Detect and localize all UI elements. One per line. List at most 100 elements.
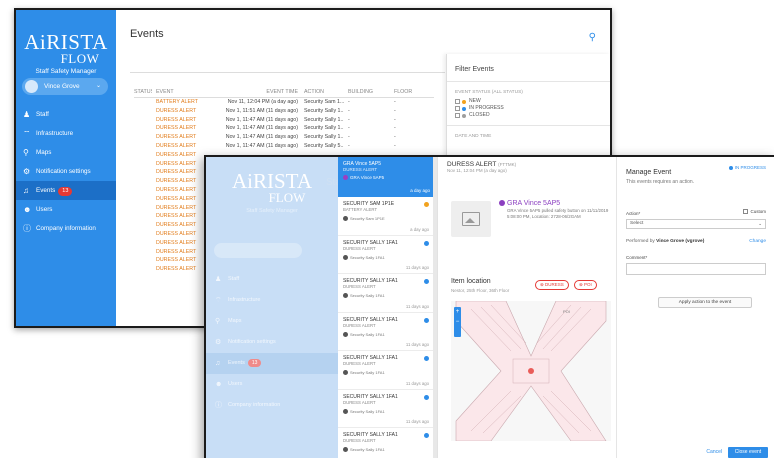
- person-icon: [343, 254, 348, 260]
- sidebar-item-users[interactable]: ☻ Users: [16, 200, 116, 219]
- cancel-button[interactable]: Cancel: [706, 449, 722, 455]
- card-owner: Security Sally 1FA1: [343, 255, 432, 260]
- filter-option-in-progress[interactable]: IN PROGRESS: [447, 105, 610, 112]
- event-card[interactable]: SECURITY SALLY 1FA1 DURESS ALERT Security …: [338, 274, 437, 313]
- user-menu[interactable]: [214, 243, 302, 258]
- table-row[interactable]: DURESS ALERT Nov 1, 11:47 AM (11 days ago…: [134, 124, 434, 133]
- filter-option-new[interactable]: NEW: [447, 98, 610, 105]
- person-icon: [343, 447, 348, 453]
- filter-option-label: CLOSED: [469, 112, 490, 118]
- card-person-name: GRA Vince 5AP5: [350, 175, 385, 180]
- column-header-action[interactable]: ACTION: [304, 88, 344, 97]
- filter-option-closed[interactable]: CLOSED: [447, 112, 610, 119]
- sidebar-item-users[interactable]: ☻ Users: [206, 374, 338, 395]
- map-zoom-control[interactable]: + −: [454, 307, 461, 337]
- sidebar-item-company-information[interactable]: ⓘ Company information: [206, 395, 338, 416]
- card-owner-name: Security Sally 1FA1: [350, 447, 385, 452]
- event-card[interactable]: SECURITY SALLY 1FA1 DURESS ALERT Security …: [338, 428, 437, 458]
- apply-action-button[interactable]: Apply action to the event: [658, 297, 752, 308]
- building-cell: -: [348, 99, 350, 105]
- person-dot-icon: [499, 200, 505, 207]
- custom-label: Custom: [750, 209, 766, 214]
- event-cell: DURESS ALERT: [156, 186, 197, 193]
- user-menu[interactable]: Vince Grove ⌄: [22, 78, 108, 95]
- sidebar-item-company-information[interactable]: ⓘ Company information: [16, 219, 116, 238]
- event-cell: DURESS ALERT: [156, 142, 197, 149]
- close-event-button[interactable]: Close event: [728, 447, 768, 458]
- card-owner-name: Security Sam 1P1E: [350, 216, 385, 221]
- comment-input[interactable]: [626, 263, 766, 275]
- detail-time: Nov 11, 12:04 PM (a day ago): [447, 168, 507, 173]
- table-row[interactable]: BATTERY ALERT Nov 11, 12:04 PM (a day ago…: [134, 98, 434, 107]
- event-cell: DURESS ALERT: [156, 257, 197, 264]
- detail-description: GRA Vince 5AP5 pulled safety button on 1…: [507, 208, 609, 219]
- search-icon[interactable]: ⚲: [589, 32, 596, 43]
- logo: AiRISTA FLOW Staff Safety Manager: [206, 171, 338, 215]
- event-card[interactable]: SECURITY SALLY 1FA1 DURESS ALERT Security …: [338, 236, 437, 274]
- sidebar-item-events[interactable]: ♫ Events 13: [16, 181, 116, 200]
- column-header-building[interactable]: BUILDING: [348, 88, 384, 97]
- building-cell: -: [348, 125, 350, 132]
- sidebar-item-maps[interactable]: ⚲ Maps: [16, 143, 116, 162]
- checkbox[interactable]: [743, 209, 749, 215]
- event-card[interactable]: SECURITY SAM 1P1E BATTERY ALERT Security S…: [338, 197, 437, 236]
- column-header-event[interactable]: EVENT: [156, 88, 208, 97]
- events-count-badge: 13: [58, 187, 73, 196]
- event-card[interactable]: SECURITY SALLY 1FA1 DURESS ALERT Security …: [338, 313, 437, 351]
- table-row[interactable]: DURESS ALERT Nov 1, 11:47 AM (11 days ago…: [134, 142, 434, 151]
- sidebar-item-infrastructure[interactable]: ⌔ Infrastructure: [16, 124, 116, 143]
- sidebar-item-staff[interactable]: ♟ Staff: [206, 269, 338, 290]
- sidebar-item-maps[interactable]: ⚲ Maps: [206, 311, 338, 332]
- table-row[interactable]: DURESS ALERT Nov 1, 11:47 AM (11 days ago…: [134, 133, 434, 142]
- poi-filter-button[interactable]: ⊗ POI: [574, 280, 597, 290]
- event-time-cell: Nov 1, 11:47 AM (11 days ago): [225, 116, 298, 123]
- checkbox[interactable]: [455, 106, 460, 111]
- map-pin-icon: ⚲: [23, 148, 29, 157]
- event-cell: DURESS ALERT: [156, 239, 197, 246]
- logo-tagline: Staff Safety Manager: [246, 208, 298, 214]
- column-header-status[interactable]: STATUS: [134, 88, 152, 97]
- table-row[interactable]: DURESS ALERT Nov 1, 11:51 AM (11 days ago…: [134, 107, 434, 116]
- custom-checkbox[interactable]: Custom: [743, 209, 766, 215]
- card-type: DURESS ALERT: [343, 284, 376, 289]
- sidebar-item-label: Maps: [228, 318, 242, 324]
- event-detail: DURESS ALERT (FTTMK) Nov 11, 12:04 PM (a…: [439, 157, 617, 458]
- event-card[interactable]: SECURITY SALLY 1FA1 DURESS ALERT Security …: [338, 390, 437, 428]
- action-select[interactable]: Select ⌄: [626, 219, 766, 229]
- event-card-selected[interactable]: GRA Vince 5AP5 DURESS ALERT GRA Vince 5A…: [338, 157, 437, 197]
- detail-person: GRA Vince 5AP5: [499, 200, 611, 207]
- wifi-icon: ⌔: [215, 297, 222, 304]
- card-time-ago: 11 days ago: [405, 303, 429, 309]
- sidebar-item-infrastructure[interactable]: ⌔ Infrastructure: [206, 290, 338, 311]
- location-subtitle: Nestor, 25th Floor, 36th Floor: [451, 288, 510, 293]
- event-cell: DURESS ALERT: [156, 169, 197, 176]
- floor-map[interactable]: POI + −: [451, 301, 611, 441]
- floor-cell: -: [394, 125, 396, 132]
- table-row[interactable]: DURESS ALERT Nov 1, 11:47 AM (11 days ago…: [134, 116, 434, 125]
- event-cell: DURESS ALERT: [156, 222, 197, 229]
- sidebar-item-label: Notification settings: [228, 339, 276, 345]
- table-header: STATUS EVENT EVENT TIME ACTION BUILDING …: [134, 88, 434, 98]
- filter-option-label: IN PROGRESS: [469, 105, 504, 111]
- checkbox[interactable]: [455, 99, 460, 104]
- duress-filter-button[interactable]: ⊗ DURESS: [535, 280, 569, 290]
- sidebar-item-notification-settings[interactable]: ⚙ Notification settings: [16, 162, 116, 181]
- performed-by: Performed by Vince Grove (vgrove) Change: [626, 239, 766, 244]
- checkbox[interactable]: [455, 113, 460, 118]
- status-dot: [728, 165, 733, 170]
- column-header-floor[interactable]: FLOOR: [394, 88, 424, 97]
- event-card[interactable]: SECURITY SALLY 1FA1 DURESS ALERT Security …: [338, 351, 437, 390]
- card-time-ago: 11 days ago: [405, 380, 429, 386]
- event-cell: DURESS ALERT: [156, 178, 197, 185]
- card-owner: Security Sally 1FA1: [343, 409, 432, 414]
- change-link[interactable]: Change: [749, 239, 766, 244]
- scrollbar[interactable]: [433, 157, 437, 458]
- event-cell: DURESS ALERT: [156, 213, 197, 220]
- card-owner-name: Security Sally 1FA1: [350, 331, 385, 337]
- sidebar-item-staff[interactable]: ♟ Staff: [16, 105, 116, 124]
- person-icon: ♟: [23, 110, 31, 119]
- sidebar-item-events[interactable]: ♫ Events 13: [206, 353, 338, 374]
- column-header-event-time[interactable]: EVENT TIME: [212, 88, 298, 97]
- sidebar-item-notification-settings[interactable]: ⚙ Notification settings: [206, 332, 338, 353]
- floor-cell: -: [394, 142, 396, 149]
